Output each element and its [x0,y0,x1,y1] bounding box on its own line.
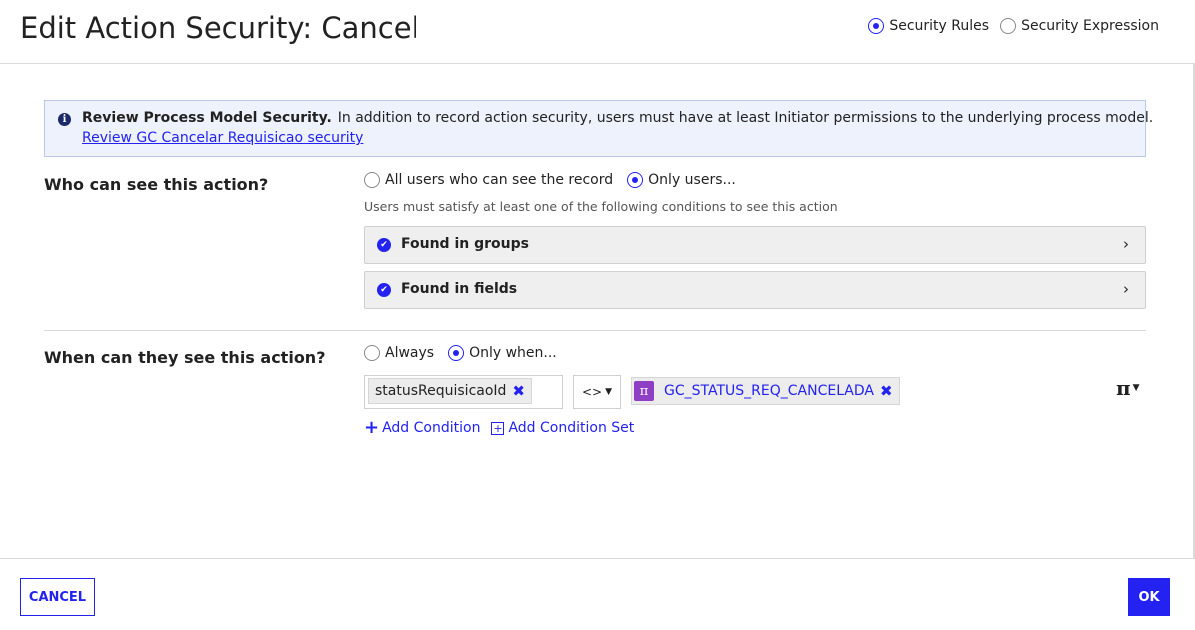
add-condition-set-link[interactable]: + Add Condition Set [491,420,634,436]
caret-down-icon: ▼ [1132,383,1140,393]
security-expression-radio[interactable]: Security Expression [1000,18,1159,34]
found-in-fields-accordion[interactable]: ✔ Found in fields › [364,271,1146,309]
when-section-label: When can they see this action? [44,348,326,367]
when-radio-group: Always Only when... [364,345,571,361]
banner-message: In addition to record action security, u… [337,110,1154,126]
found-in-fields-label: Found in fields [401,281,518,297]
pi-icon: π [1116,376,1131,400]
radio-selected-icon [868,18,885,34]
security-mode-radio-group: Security Rules Security Expression [857,18,1159,34]
who-radio-group: All users who can see the record Only us… [364,172,750,188]
who-section-label: Who can see this action? [44,175,269,194]
caret-down-icon: ▼ [605,387,612,397]
chevron-right-icon: › [1123,280,1129,298]
found-in-groups-accordion[interactable]: ✔ Found in groups › [364,226,1146,264]
remove-field-icon[interactable]: ✖ [512,382,525,400]
security-rules-label: Security Rules [889,18,990,34]
info-banner: i Review Process Model Security. In addit… [44,100,1153,157]
security-rules-radio[interactable]: Security Rules [868,18,989,34]
plus-icon: + [364,417,380,438]
chevron-right-icon: › [1123,235,1129,253]
add-condition-link[interactable]: + Add Condition [364,419,480,437]
ok-button[interactable]: OK [1128,578,1170,616]
operator-value: <> [582,385,603,399]
who-hint-text: Users must satisfy at least one of the f… [364,199,838,214]
all-users-radio[interactable]: All users who can see the record [364,172,613,188]
check-circle-icon: ✔ [377,283,391,297]
radio-unselected-icon [364,345,380,361]
remove-value-icon[interactable]: ✖ [880,382,893,400]
dialog-header: Edit Action Security: Cancel Security Ru… [0,0,1195,64]
pi-icon: π [634,381,654,401]
add-condition-label: Add Condition [382,420,481,436]
cancel-button[interactable]: CANCEL [20,578,95,616]
radio-selected-icon [448,345,465,361]
info-icon: i [58,113,71,126]
value-token-label: GC_STATUS_REQ_CANCELADA [664,383,874,399]
radio-selected-icon [627,172,644,188]
dialog-footer: CANCEL OK [0,558,1195,630]
all-users-label: All users who can see the record [385,172,614,188]
field-token: statusRequisicaoId ✖ [368,378,532,404]
radio-unselected-icon [1000,18,1017,34]
always-label: Always [385,345,435,361]
always-radio[interactable]: Always [364,345,434,361]
only-when-radio[interactable]: Only when... [448,345,557,361]
dialog-title: Edit Action Security: Cancel [20,11,416,45]
add-condition-set-label: Add Condition Set [508,420,635,436]
banner-heading: Review Process Model Security. [82,110,332,126]
only-when-label: Only when... [469,345,557,361]
value-token: π GC_STATUS_REQ_CANCELADA ✖ [631,377,900,405]
check-circle-icon: ✔ [377,238,391,252]
only-users-label: Only users... [648,172,736,188]
found-in-groups-label: Found in groups [401,236,529,252]
only-users-radio[interactable]: Only users... [627,172,736,188]
add-condition-links: + Add Condition + Add Condition Set [364,419,645,437]
operator-select[interactable]: <> ▼ [573,375,621,409]
security-expression-label: Security Expression [1021,18,1159,34]
review-security-link[interactable]: Review GC Cancelar Requisicao security [82,130,363,146]
section-divider [44,330,1146,331]
radio-unselected-icon [364,172,380,188]
expression-editor-button[interactable]: π ▼ [1116,376,1140,400]
field-token-label: statusRequisicaoId [375,383,507,399]
plus-square-icon: + [491,421,505,435]
